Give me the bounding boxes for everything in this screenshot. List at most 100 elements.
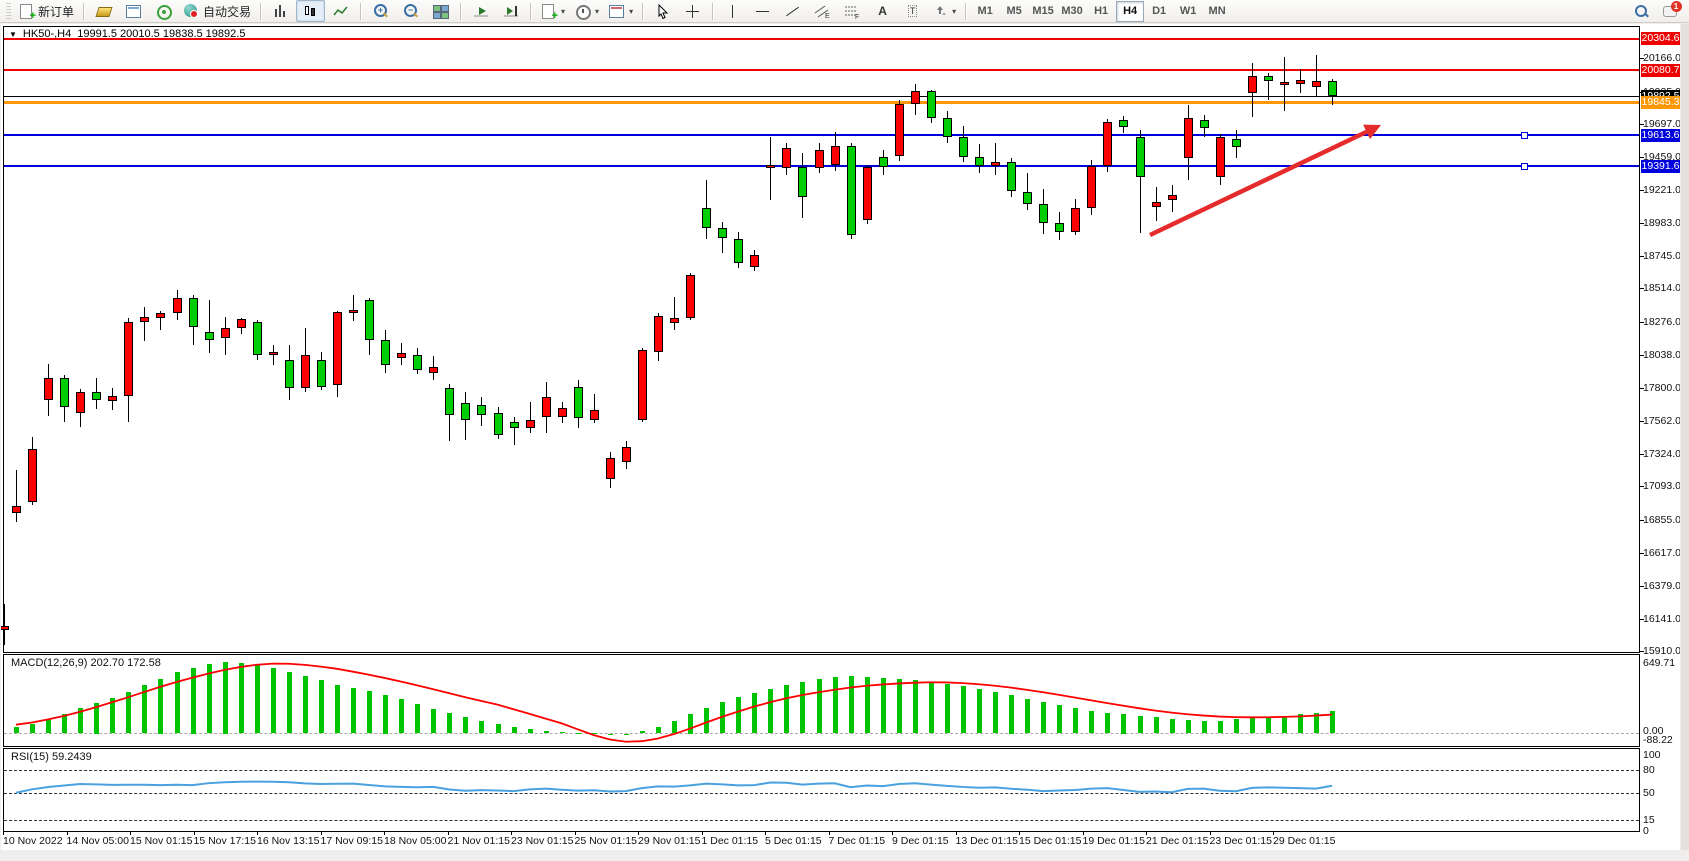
chart-shift-button[interactable]: [496, 0, 525, 22]
price-tick-label: 19925.0: [1643, 86, 1680, 98]
new-chart-button[interactable]: + ▾: [536, 0, 569, 22]
price-tick: [1640, 322, 1644, 323]
time-tick: [575, 832, 576, 835]
timeframe-button-M30[interactable]: M30: [1058, 1, 1086, 22]
timeframe-button-D1[interactable]: D1: [1145, 1, 1173, 22]
chart-window[interactable]: 20166.019925.019697.019459.019221.018983…: [1, 24, 1680, 850]
toolbar-grip[interactable]: [6, 3, 11, 19]
chevron-down-icon: ▾: [629, 7, 633, 16]
zoom-out-button[interactable]: −: [396, 0, 425, 22]
price-tick: [1640, 157, 1644, 158]
time-axis-label: 7 Dec 01:15: [829, 835, 886, 847]
time-tick: [384, 832, 385, 835]
price-tick: [1640, 553, 1644, 554]
market-watch-button[interactable]: [89, 0, 118, 22]
time-tick: [511, 832, 512, 835]
period-clock-button[interactable]: ▾: [570, 0, 603, 22]
horizontal-line-tool-button[interactable]: [748, 0, 777, 22]
rsi-pane[interactable]: [3, 748, 1640, 832]
text-tool-button[interactable]: A: [868, 0, 897, 22]
time-axis-label: 10 Nov 2022: [3, 835, 63, 847]
line-chart-button[interactable]: [326, 0, 355, 22]
auto-scroll-icon: [473, 4, 489, 18]
price-tick-label: 18276.0: [1643, 316, 1680, 328]
price-tick-label: 17800.0: [1643, 382, 1680, 394]
chat-icon: 1: [1662, 3, 1680, 19]
zoom-in-icon: +: [372, 3, 389, 19]
vertical-line-icon: [732, 5, 733, 18]
price-tick-label: 19697.0: [1643, 118, 1680, 130]
signals-button[interactable]: [149, 0, 178, 22]
price-pane[interactable]: [3, 26, 1640, 653]
notifications-button[interactable]: 1: [1656, 0, 1685, 22]
timeframe-button-M15[interactable]: M15: [1029, 1, 1057, 22]
macd-label: MACD(12,26,9) 202.70 172.58: [11, 657, 161, 669]
macd-pane[interactable]: [3, 654, 1640, 747]
line-chart-icon: [333, 4, 349, 18]
candlestick-chart-button[interactable]: [296, 0, 325, 22]
time-axis-label: 29 Nov 01:15: [638, 835, 700, 847]
timeframe-button-M5[interactable]: M5: [1000, 1, 1028, 22]
horizontal-line-icon: [756, 11, 769, 12]
tile-windows-button[interactable]: [426, 0, 455, 22]
price-tick: [1640, 651, 1644, 652]
time-tick: [257, 832, 258, 835]
time-axis-label: 18 Nov 05:00: [384, 835, 446, 847]
timeframe-button-H1[interactable]: H1: [1087, 1, 1115, 22]
equidistant-channel-icon: E: [814, 4, 831, 19]
price-tick-label: 18038.0: [1643, 349, 1680, 361]
time-axis-label: 25 Nov 01:15: [575, 835, 637, 847]
charts-window-button[interactable]: [119, 0, 148, 22]
time-tick: [956, 832, 957, 835]
time-tick: [1083, 832, 1084, 835]
price-tick-label: 18514.0: [1643, 282, 1680, 294]
timeframe-button-MN[interactable]: MN: [1203, 1, 1231, 22]
time-tick: [130, 832, 131, 835]
time-axis-label: 15 Dec 01:15: [1019, 835, 1081, 847]
indicators-button[interactable]: ▾: [604, 0, 637, 22]
shapes-tool-button[interactable]: ▾: [928, 0, 960, 22]
crosshair-tool-button[interactable]: [678, 0, 707, 22]
chart-symbol-period: HK50-,H4: [23, 28, 71, 40]
price-tick-label: 17562.0: [1643, 415, 1680, 427]
price-badge-19892.5: 19892.5: [1641, 90, 1680, 103]
price-tick-label: 19221.0: [1643, 184, 1680, 196]
fibonacci-icon: F: [844, 4, 861, 19]
trendline-tool-button[interactable]: [778, 0, 807, 22]
zoom-in-button[interactable]: +: [366, 0, 395, 22]
fibonacci-tool-button[interactable]: F: [838, 0, 867, 22]
vertical-line-tool-button[interactable]: [718, 0, 747, 22]
chart-shift-icon: [503, 4, 519, 18]
time-tick: [1273, 832, 1274, 835]
cursor-tool-button[interactable]: [648, 0, 677, 22]
timeframe-button-H4[interactable]: H4: [1116, 1, 1144, 22]
rsi-label: RSI(15) 59.2439: [11, 751, 92, 763]
chevron-down-icon: ▾: [561, 7, 565, 16]
time-axis-label: 16 Nov 13:15: [257, 835, 319, 847]
text-label-icon: T: [908, 5, 918, 17]
chevron-down-icon: ▾: [952, 7, 956, 16]
time-axis-label: 21 Nov 01:15: [448, 835, 510, 847]
one-click-trading-icon[interactable]: ▼: [9, 30, 17, 39]
channel-tool-button[interactable]: E: [808, 0, 837, 22]
price-tick-label: 17093.0: [1643, 480, 1680, 492]
new-order-button[interactable]: + 新订单: [14, 0, 78, 22]
price-tick-label: 16141.0: [1643, 613, 1680, 625]
price-tick: [1640, 486, 1644, 487]
time-tick: [321, 832, 322, 835]
price-tick: [1640, 586, 1644, 587]
time-tick: [194, 832, 195, 835]
price-tick-label: 16617.0: [1643, 547, 1680, 559]
timeframe-button-M1[interactable]: M1: [971, 1, 999, 22]
price-tick: [1640, 190, 1644, 191]
auto-scroll-button[interactable]: [466, 0, 495, 22]
search-button[interactable]: [1626, 0, 1655, 22]
bar-chart-button[interactable]: [266, 0, 295, 22]
chart-window-icon: [125, 3, 142, 19]
price-tick-label: 19459.0: [1643, 151, 1680, 163]
price-tick: [1640, 58, 1644, 59]
text-label-tool-button[interactable]: T: [898, 0, 927, 22]
time-tick: [702, 832, 703, 835]
timeframe-button-W1[interactable]: W1: [1174, 1, 1202, 22]
auto-trading-button[interactable]: 自动交易: [179, 0, 255, 22]
